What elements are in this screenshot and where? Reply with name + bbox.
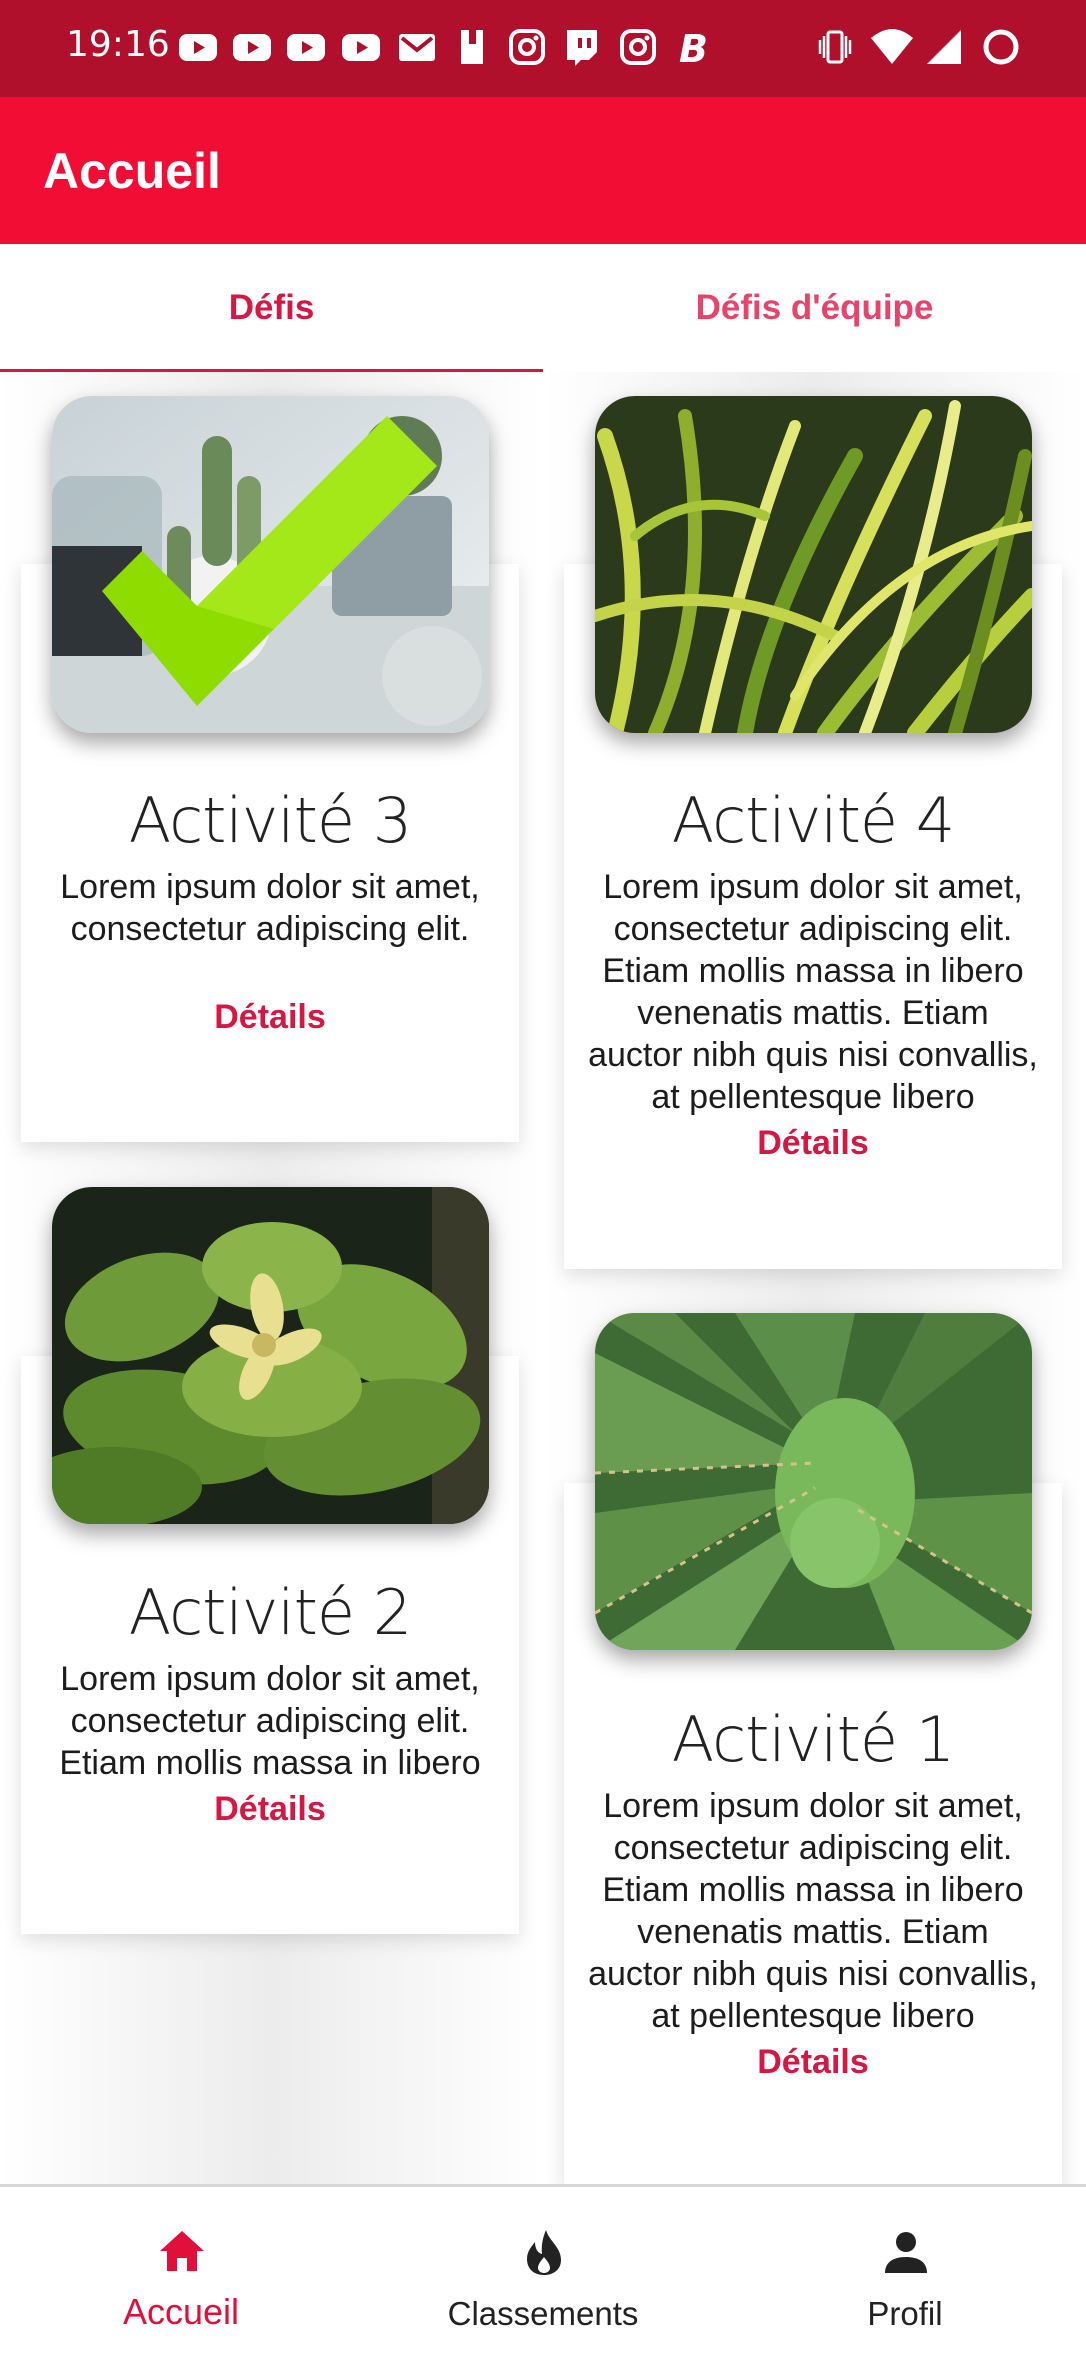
vibrate-icon [818,30,852,64]
nav-label: Accueil [122,2291,240,2332]
status-bar: 19:16 B [0,0,1086,97]
card-image-leafy-plant [52,1187,489,1524]
status-time: 19:16 [66,24,170,65]
card-image-grass [595,396,1032,733]
page-title: Accueil [43,143,221,199]
card-image-agave [595,1313,1032,1650]
challenge-grid[interactable]: Activité 3 Lorem ipsum dolor sit amet, c… [0,372,1086,2184]
youtube-icon [342,34,380,61]
card-description: Lorem ipsum dolor sit amet, consectetur … [59,1660,481,1778]
svg-text:B: B [679,27,708,68]
bookmark-icon [461,30,483,64]
tab-bar: Défis Défis d'équipe [0,244,1086,375]
instagram-icon [620,29,656,65]
card-description: Lorem ipsum dolor sit amet, consectetur … [60,868,480,948]
details-button[interactable]: Détails [564,2043,1062,2082]
tab-defis[interactable]: Défis [0,244,543,372]
card-title: Activité 1 [671,1703,955,1776]
youtube-icon [233,34,271,61]
nav-accueil[interactable]: Accueil [0,2187,362,2355]
gmail-icon [399,34,435,61]
details-button[interactable]: Détails [564,1124,1062,1163]
signal-icon [927,30,961,64]
card-title: Activité 2 [128,1576,412,1649]
wifi-icon [871,29,913,64]
app-bar: Accueil [0,97,1086,244]
nav-label: Profil [867,2295,943,2332]
flame-icon [527,2230,561,2275]
card-image-cactus [52,396,489,733]
youtube-icon [287,34,325,61]
card-title: Activité 4 [671,784,955,857]
home-icon [160,2231,204,2271]
twitch-icon [567,30,597,66]
tab-defis-equipe[interactable]: Défis d'équipe [543,244,1086,372]
person-icon [885,2232,927,2273]
youtube-icon [179,34,217,61]
details-button[interactable]: Détails [21,998,519,1037]
bottom-navigation: Accueil Classements Profil [0,2184,1086,2355]
card-description: Lorem ipsum dolor sit amet, consectetur … [588,868,1038,1116]
card-description: Lorem ipsum dolor sit amet, consectetur … [588,1787,1038,2035]
details-button[interactable]: Détails [21,1790,519,1829]
nav-label: Classements [447,2295,639,2332]
battery-ring-icon [983,29,1019,65]
instagram-icon [509,29,545,65]
card-title: Activité 3 [128,784,412,857]
bold-b-icon: B [679,27,708,68]
nav-profil[interactable]: Profil [724,2187,1086,2355]
nav-classements[interactable]: Classements [362,2187,724,2355]
